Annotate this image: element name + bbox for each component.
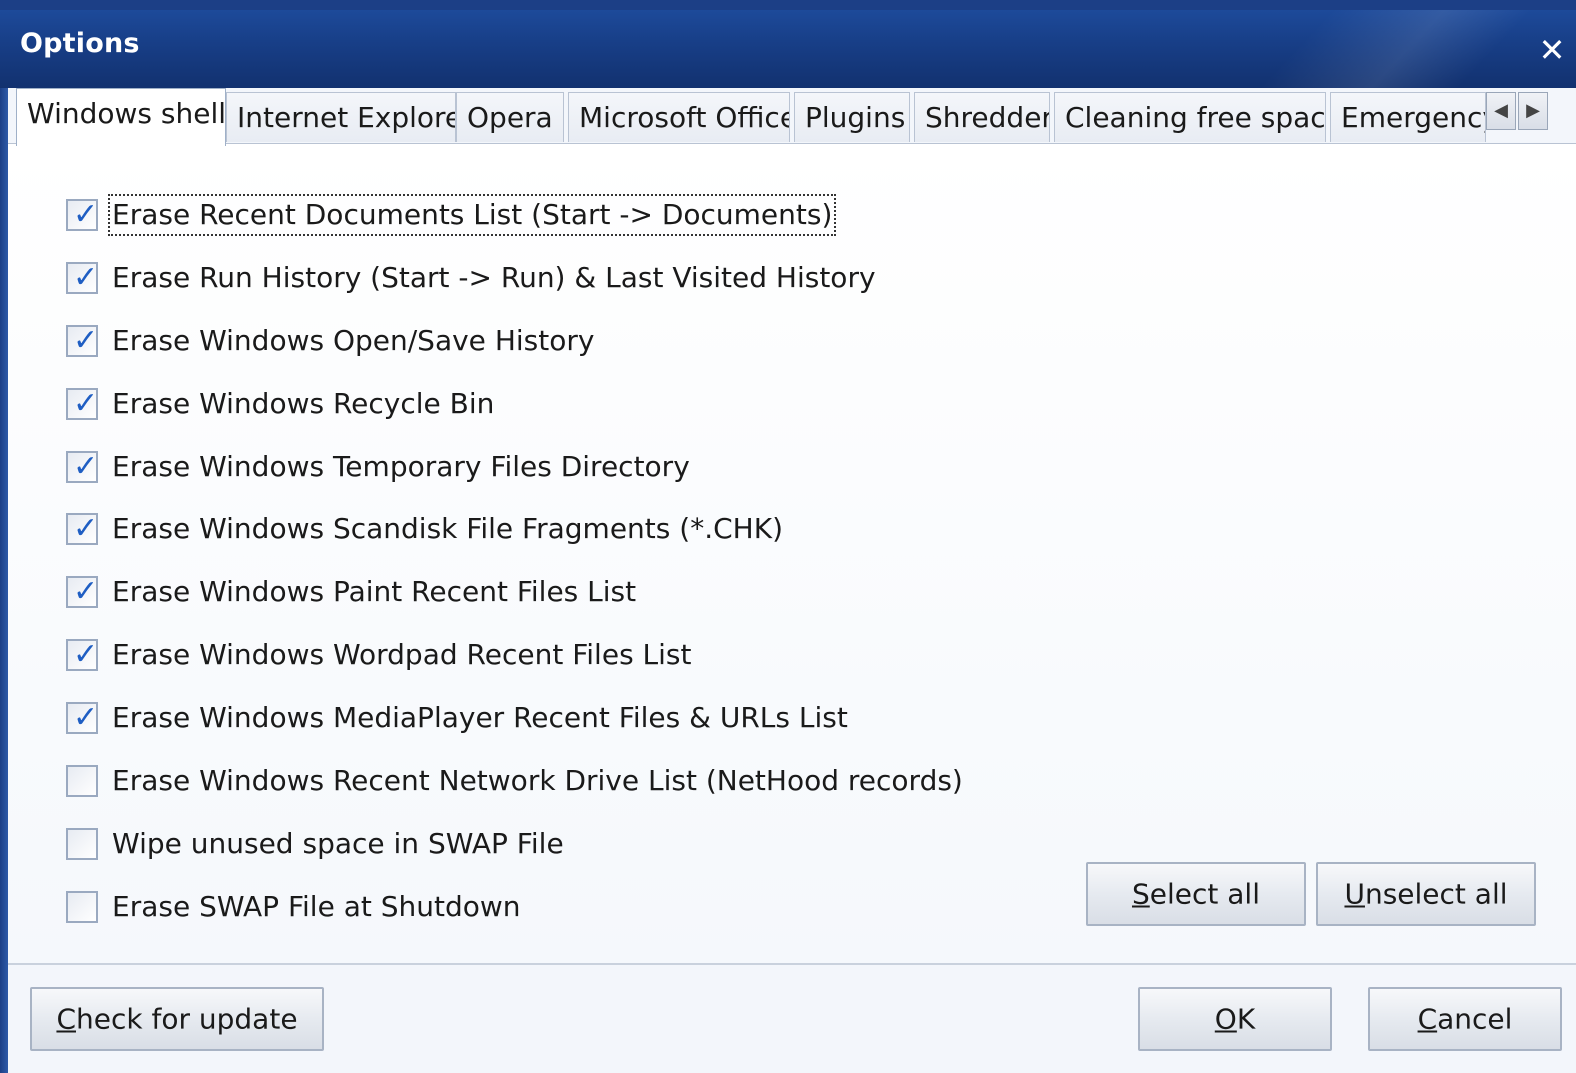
tab-scroll-right-icon[interactable]: ▶ <box>1518 92 1548 130</box>
title-bar: Options ✕ <box>0 10 1576 88</box>
checkbox-recent-documents[interactable]: ✓ <box>66 199 98 231</box>
ok-label: K <box>1236 1002 1256 1036</box>
checkbox-wordpad-recent[interactable]: ✓ <box>66 639 98 671</box>
tab-cleaning-free-space[interactable]: Cleaning free space <box>1054 92 1326 142</box>
option-label[interactable]: Erase Windows Wordpad Recent Files List <box>110 636 694 674</box>
unselect-all-label: nselect all <box>1364 877 1508 911</box>
option-label[interactable]: Erase Windows Recycle Bin <box>110 385 496 423</box>
checkbox-temp-files[interactable]: ✓ <box>66 451 98 483</box>
checkmark-icon: ✓ <box>73 197 99 232</box>
checkbox-mediaplayer-recent[interactable]: ✓ <box>66 702 98 734</box>
checkbox-paint-recent[interactable]: ✓ <box>66 576 98 608</box>
checkmark-icon: ✓ <box>73 700 99 735</box>
checkmark-icon: ✓ <box>73 574 99 609</box>
tab-panel-windows-shell: ✓ Erase Recent Documents List (Start -> … <box>8 143 1576 964</box>
window-frame-left <box>0 88 8 1073</box>
cancel-access-key: C <box>1417 1002 1438 1036</box>
select-all-access-key: S <box>1131 877 1150 911</box>
option-label[interactable]: Wipe unused space in SWAP File <box>110 825 566 863</box>
tab-windows-shell[interactable]: Windows shell <box>16 88 226 146</box>
dialog-footer: Check for update OK Cancel <box>8 965 1576 1073</box>
option-label[interactable]: Erase SWAP File at Shutdown <box>110 888 523 926</box>
checkmark-icon: ✓ <box>73 511 99 546</box>
checkbox-wipe-swap[interactable] <box>66 828 98 860</box>
option-label[interactable]: Erase Windows Temporary Files Directory <box>110 448 692 486</box>
cancel-button[interactable]: Cancel <box>1368 987 1562 1051</box>
option-label[interactable]: Erase Windows Paint Recent Files List <box>110 573 638 611</box>
unselect-all-access-key: U <box>1344 877 1365 911</box>
checkbox-erase-swap-shutdown[interactable] <box>66 891 98 923</box>
option-label[interactable]: Erase Windows Open/Save History <box>110 322 596 360</box>
tab-strip: Windows shell Internet Explorer Opera Mi… <box>8 88 1576 146</box>
close-icon[interactable]: ✕ <box>1534 32 1570 68</box>
select-all-button[interactable]: Select all <box>1086 862 1306 926</box>
select-all-label: elect all <box>1149 877 1260 911</box>
checkbox-nethood-records[interactable] <box>66 765 98 797</box>
option-label[interactable]: Erase Windows Scandisk File Fragments (*… <box>110 510 785 548</box>
options-dialog: Options ✕ Windows shell Internet Explore… <box>0 0 1576 1073</box>
checkmark-icon: ✓ <box>73 449 99 484</box>
option-label[interactable]: Erase Windows Recent Network Drive List … <box>110 762 965 800</box>
option-label[interactable]: Erase Run History (Start -> Run) & Last … <box>110 259 878 297</box>
ok-button[interactable]: OK <box>1138 987 1332 1051</box>
checkbox-scandisk-fragments[interactable]: ✓ <box>66 513 98 545</box>
window-title: Options <box>20 28 140 59</box>
title-bar-gloss <box>1117 10 1576 88</box>
tab-internet-explorer[interactable]: Internet Explorer <box>226 92 456 142</box>
checkbox-recycle-bin[interactable]: ✓ <box>66 388 98 420</box>
checkmark-icon: ✓ <box>73 260 99 295</box>
tab-plugins[interactable]: Plugins <box>794 92 910 142</box>
checkmark-icon: ✓ <box>73 323 99 358</box>
checkmark-icon: ✓ <box>73 637 99 672</box>
cancel-label: ancel <box>1437 1002 1513 1036</box>
tab-microsoft-office[interactable]: Microsoft Office <box>568 92 790 142</box>
checkbox-run-history[interactable]: ✓ <box>66 262 98 294</box>
tab-shredder[interactable]: Shredder <box>914 92 1050 142</box>
check-update-label: heck for update <box>76 1002 298 1036</box>
checkmark-icon: ✓ <box>73 386 99 421</box>
tab-scroll-left-icon[interactable]: ◀ <box>1486 92 1516 130</box>
unselect-all-button[interactable]: Unselect all <box>1316 862 1536 926</box>
check-update-access-key: C <box>56 1002 76 1036</box>
checkbox-open-save-history[interactable]: ✓ <box>66 325 98 357</box>
tab-emergency[interactable]: Emergency <box>1330 92 1486 142</box>
option-label[interactable]: Erase Recent Documents List (Start -> Do… <box>107 194 837 236</box>
option-label[interactable]: Erase Windows MediaPlayer Recent Files &… <box>110 699 850 737</box>
check-for-update-button[interactable]: Check for update <box>30 987 324 1051</box>
tab-opera[interactable]: Opera <box>456 92 564 142</box>
ok-access-key: O <box>1214 1002 1237 1036</box>
